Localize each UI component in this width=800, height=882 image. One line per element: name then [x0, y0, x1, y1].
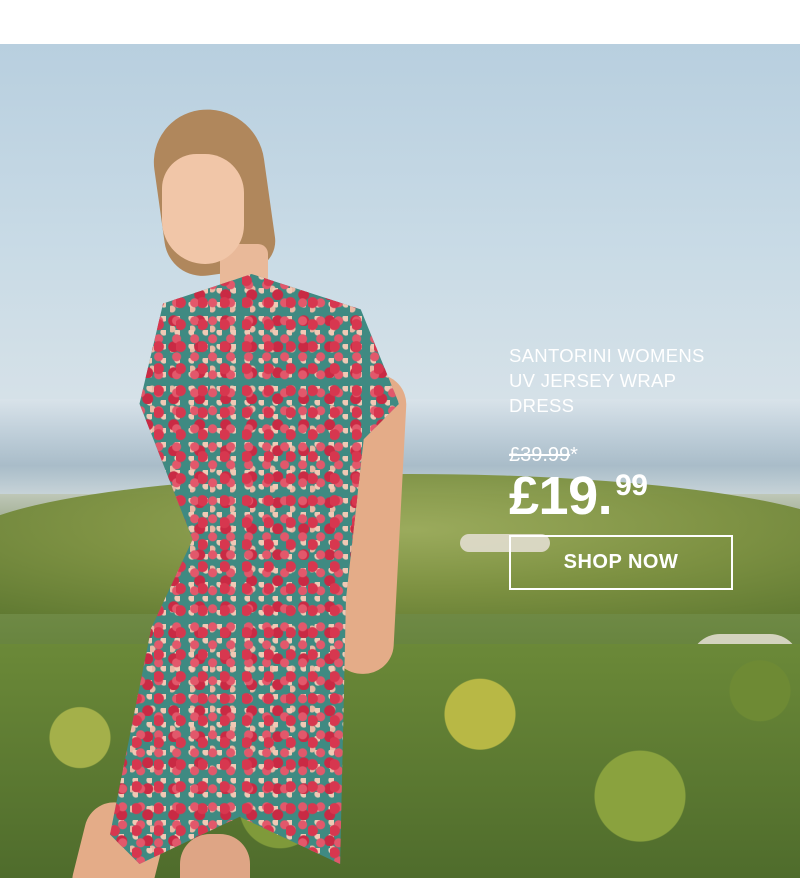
product-name-line: DRESS — [509, 395, 575, 416]
sale-price-pence: 99 — [615, 469, 648, 502]
top-whitespace — [0, 0, 800, 44]
promo-block: SANTORINI WOMENS UV JERSEY WRAP DRESS £3… — [509, 343, 769, 528]
model-photo — [65, 74, 430, 878]
model-face — [162, 154, 244, 264]
was-price-value: £39.99 — [509, 444, 571, 466]
sale-price: £19. 99 — [509, 466, 769, 528]
shop-now-button[interactable]: SHOP NOW — [509, 535, 733, 590]
model-leg — [180, 834, 250, 878]
price-asterisk: * — [570, 444, 578, 466]
product-name-line: UV JERSEY WRAP — [509, 370, 677, 391]
was-price: £39.99* — [509, 444, 769, 466]
bottom-whitespace — [0, 878, 800, 882]
sale-price-pounds: £19. — [509, 466, 613, 526]
product-name-line: SANTORINI WOMENS — [509, 345, 705, 366]
product-name[interactable]: SANTORINI WOMENS UV JERSEY WRAP DRESS — [509, 343, 769, 418]
